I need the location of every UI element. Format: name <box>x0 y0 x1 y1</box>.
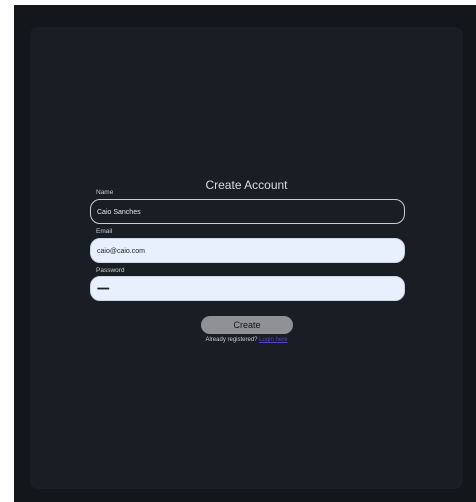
email-value: caio@caio.com <box>97 248 145 255</box>
login-prompt-text: Already registered? <box>205 337 258 343</box>
name-field[interactable]: Caio Sanches <box>90 199 405 224</box>
password-label: Password <box>96 267 125 274</box>
email-label: Email <box>96 228 113 235</box>
create-button[interactable]: Create <box>201 316 293 334</box>
name-value: Caio Sanches <box>97 209 141 216</box>
name-label: Name <box>96 189 114 196</box>
login-prompt: Already registered? Login here <box>30 337 463 343</box>
password-value: •••••••• <box>97 286 110 293</box>
email-field[interactable]: caio@caio.com <box>90 238 405 263</box>
create-account-card: Create Account Name Caio Sanches Email c… <box>30 27 463 489</box>
login-link[interactable]: Login here <box>259 337 287 343</box>
app-background: Create Account Name Caio Sanches Email c… <box>14 5 476 502</box>
password-field[interactable]: •••••••• <box>90 276 405 301</box>
page-title: Create Account <box>205 178 288 192</box>
